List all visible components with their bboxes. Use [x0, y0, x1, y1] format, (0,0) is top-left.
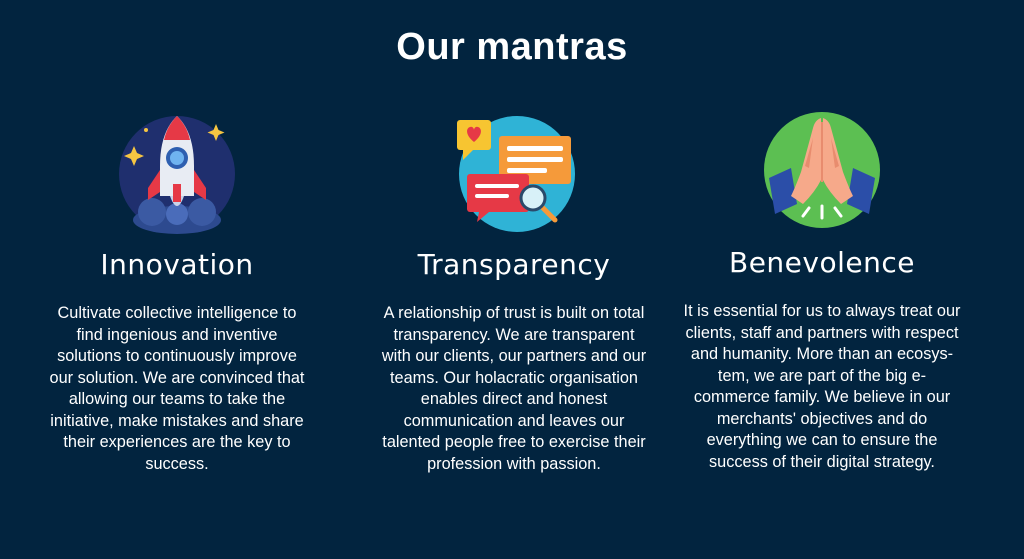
mantra-heading: Innovation: [100, 248, 254, 281]
mantra-benevolence: Benevolence It is essential for us to al…: [672, 108, 972, 473]
mantra-description: Cultivate collective intelligence to fin…: [49, 304, 305, 473]
mantra-heading: Benevolence: [729, 246, 915, 279]
chat-bubbles-icon: [457, 116, 575, 232]
mantra-innovation: Innovation Cultivate collective intellig…: [27, 108, 327, 475]
mantra-description: It is essential for us to always treat o…: [683, 302, 961, 471]
mantra-transparency: Transparency A relationship of trust is …: [364, 108, 664, 475]
rocket-icon: [119, 116, 235, 234]
mantra-heading: Transparency: [417, 248, 611, 281]
praying-hands-icon: [764, 112, 880, 228]
page-title: Our mantras: [396, 26, 628, 68]
mantra-description: A relationship of trust is built on tota…: [381, 304, 647, 473]
